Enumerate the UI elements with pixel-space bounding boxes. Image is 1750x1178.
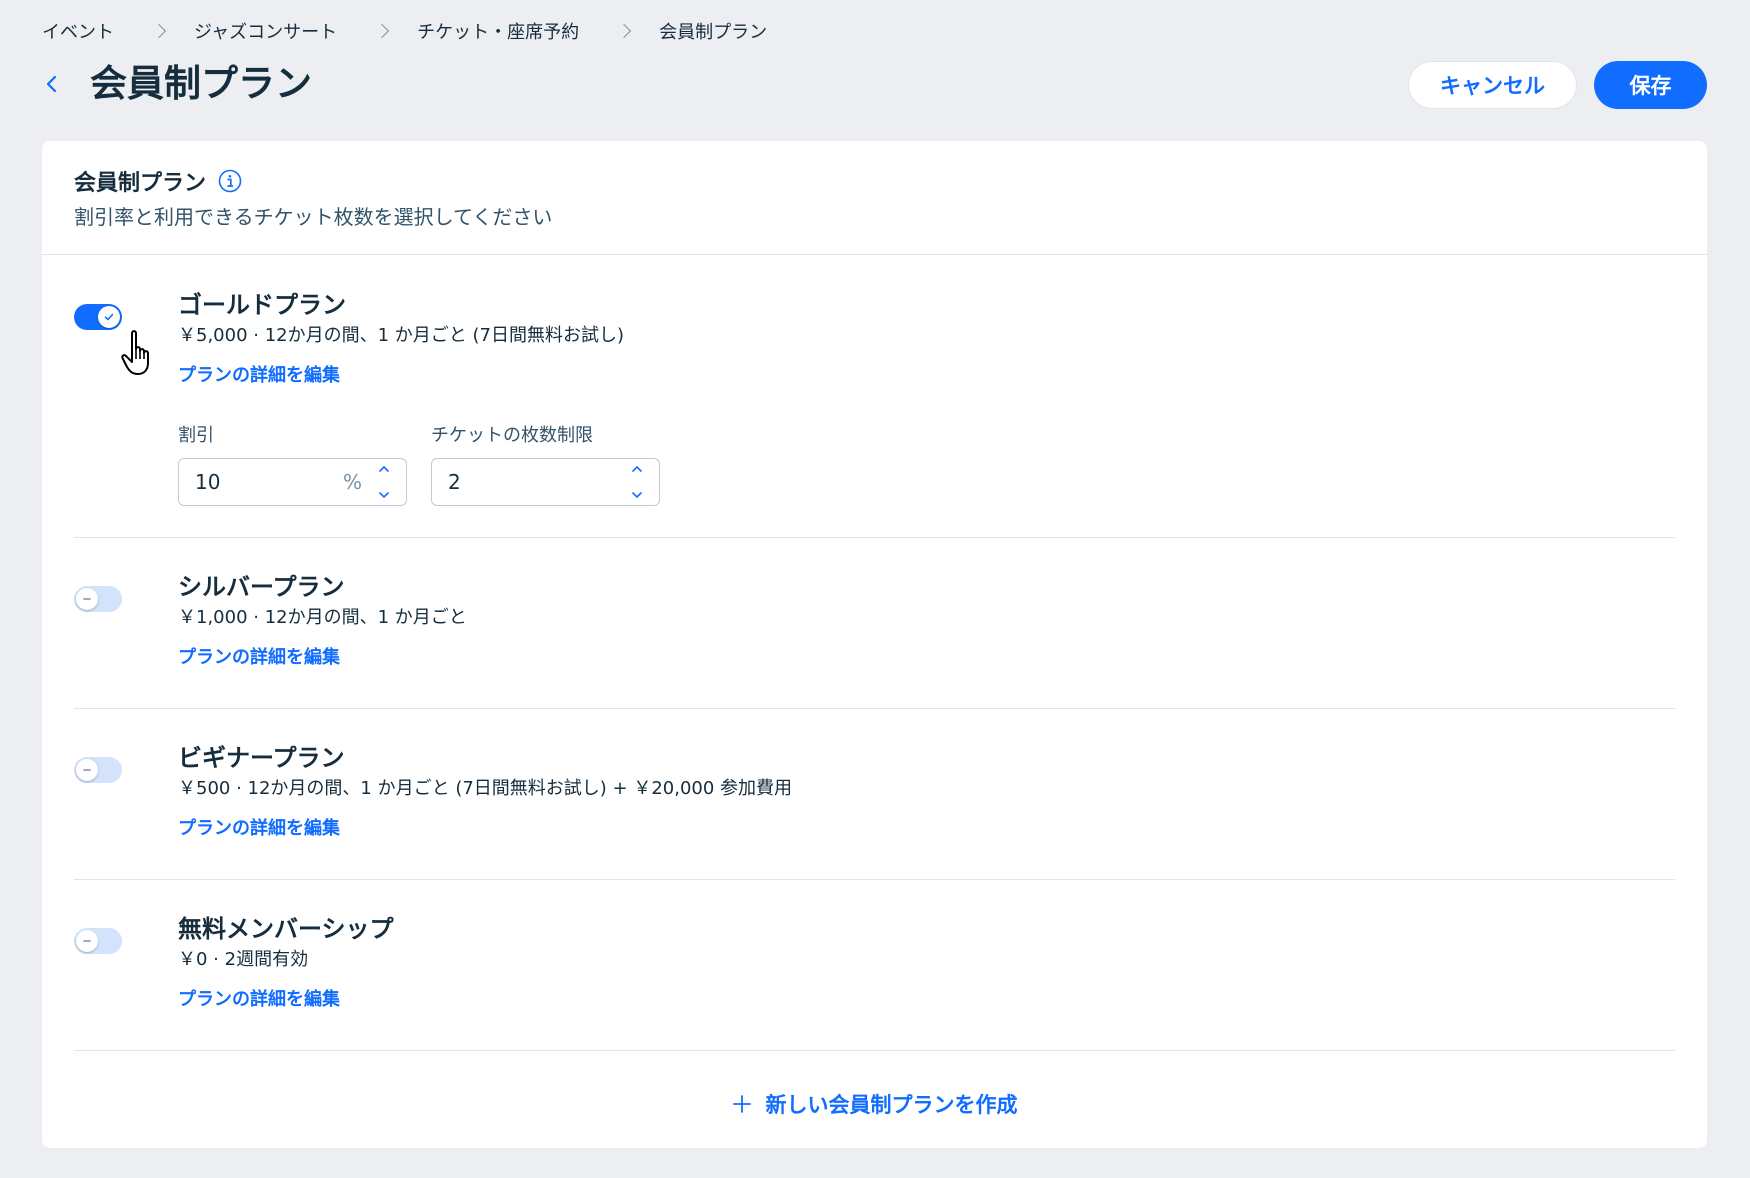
discount-field[interactable]: 10 % (178, 458, 407, 506)
create-plan-label: 新しい会員制プランを作成 (765, 1093, 1018, 1117)
edit-plan-details-link[interactable]: プランの詳細を編集 (178, 816, 340, 842)
edit-plan-details-link[interactable]: プランの詳細を編集 (178, 363, 340, 389)
ticket-limit-value: 2 (448, 470, 461, 494)
plan-toggle-silver[interactable] (74, 586, 122, 612)
hand-cursor-icon (121, 330, 149, 375)
plan-description: ￥5,000 · 12か月の間、1 か月ごと (7日間無料お試し) (178, 325, 624, 346)
plus-icon (732, 1095, 751, 1113)
chevron-right-icon (375, 23, 390, 39)
breadcrumb-item-jazz-concert[interactable]: ジャズコンサート (194, 18, 337, 44)
chevron-left-icon (46, 75, 57, 93)
minus-icon (83, 769, 91, 771)
plan-description: ￥500 · 12か月の間、1 か月ごと (7日間無料お試し) + ￥20,00… (178, 778, 793, 799)
plan-description: ￥1,000 · 12か月の間、1 か月ごと (178, 607, 467, 628)
membership-plans-card: 会員制プラン 割引率と利用できるチケット枚数を選択してください ゴールドプラン … (42, 141, 1707, 1148)
plan-description: ￥0 · 2週間有効 (178, 949, 309, 970)
discount-value: 10 (195, 470, 221, 494)
page-title: 会員制プラン (90, 62, 312, 105)
plan-toggle-beginner[interactable] (74, 757, 122, 783)
chevron-right-icon (151, 23, 167, 39)
edit-plan-details-link[interactable]: プランの詳細を編集 (178, 645, 340, 671)
minus-icon (83, 598, 91, 600)
card-subtitle: 割引率と利用できるチケット枚数を選択してください (74, 205, 553, 229)
toggle-knob (76, 930, 98, 952)
toggle-knob (98, 306, 120, 328)
plan-item-beginner: ビギナープラン ￥500 · 12か月の間、1 か月ごと (7日間無料お試し) … (74, 709, 1675, 880)
breadcrumb: イベント ジャズコンサート チケット・座席予約 会員制プラン (42, 18, 767, 44)
ticket-limit-stepper[interactable] (627, 464, 647, 500)
plan-toggle-gold[interactable] (74, 304, 122, 330)
check-icon (104, 313, 114, 321)
edit-plan-details-link[interactable]: プランの詳細を編集 (178, 987, 340, 1013)
chevron-up-icon[interactable] (630, 464, 644, 474)
breadcrumb-item-tickets[interactable]: チケット・座席予約 (417, 18, 579, 44)
card-header: 会員制プラン 割引率と利用できるチケット枚数を選択してください (42, 141, 1707, 255)
plan-item-silver: シルバープラン ￥1,000 · 12か月の間、1 か月ごと プランの詳細を編集 (74, 538, 1675, 709)
ticket-limit-field[interactable]: 2 (431, 458, 660, 506)
breadcrumb-item-current: 会員制プラン (659, 22, 768, 43)
back-button[interactable] (40, 72, 64, 96)
plan-item-gold: ゴールドプラン ￥5,000 · 12か月の間、1 か月ごと (7日間無料お試し… (74, 255, 1675, 538)
percent-unit: % (342, 470, 362, 494)
discount-label: 割引 (178, 425, 214, 446)
create-plan-button[interactable]: 新しい会員制プランを作成 (42, 1076, 1707, 1132)
info-icon[interactable] (218, 169, 242, 193)
cancel-button[interactable]: キャンセル (1408, 61, 1577, 109)
plan-toggle-free[interactable] (74, 928, 122, 954)
chevron-down-icon[interactable] (377, 490, 391, 500)
plan-item-free: 無料メンバーシップ ￥0 · 2週間有効 プランの詳細を編集 (74, 880, 1675, 1051)
breadcrumb-item-events[interactable]: イベント (42, 18, 114, 44)
discount-stepper[interactable] (374, 464, 394, 500)
minus-icon (83, 940, 91, 942)
ticket-limit-label: チケットの枚数制限 (431, 425, 593, 446)
plan-name: シルバープラン (178, 573, 345, 601)
chevron-up-icon[interactable] (377, 464, 391, 474)
plan-name: ゴールドプラン (178, 291, 346, 319)
toggle-knob (76, 759, 98, 781)
card-title: 会員制プラン (74, 171, 207, 196)
plan-name: ビギナープラン (178, 744, 345, 772)
chevron-right-icon (617, 23, 632, 39)
plan-name: 無料メンバーシップ (178, 915, 394, 943)
toggle-knob (76, 588, 98, 610)
save-button[interactable]: 保存 (1594, 61, 1707, 109)
chevron-down-icon[interactable] (630, 490, 644, 500)
